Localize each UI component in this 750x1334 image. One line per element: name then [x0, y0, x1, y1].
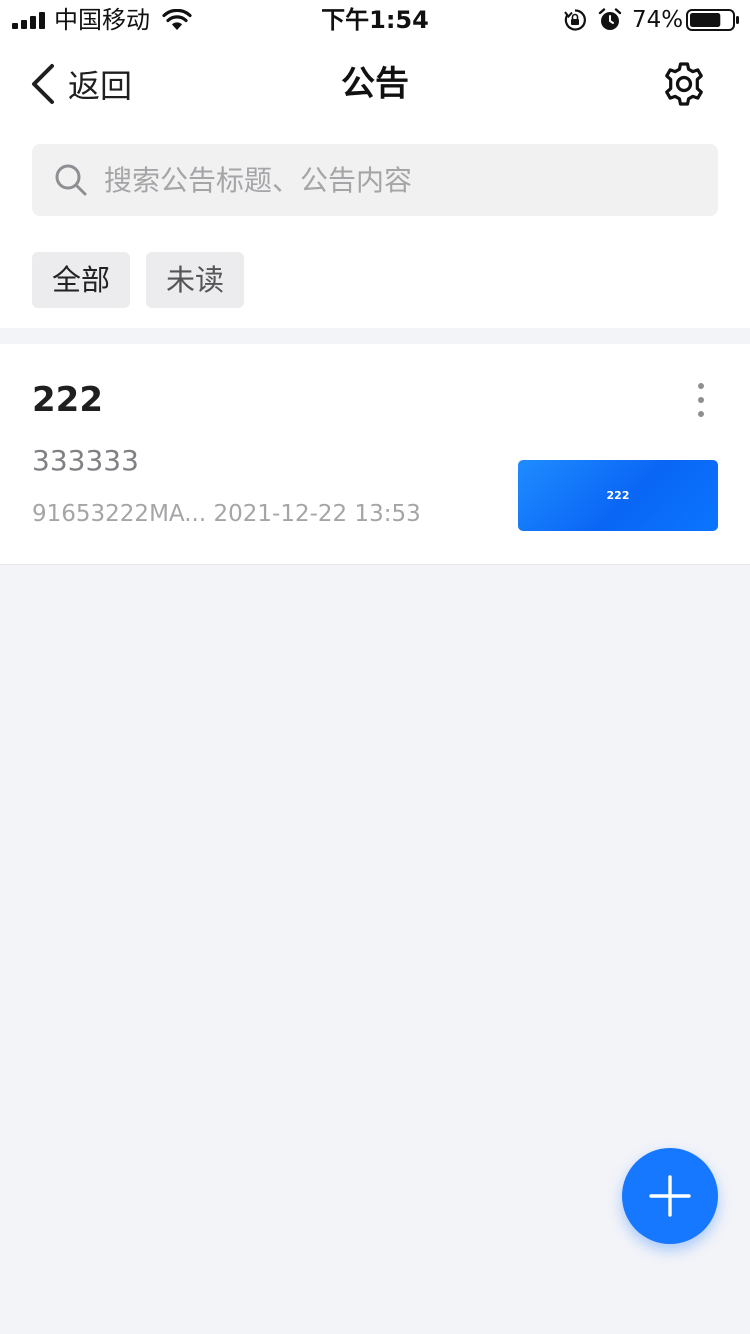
thumbnail-label: 222	[606, 489, 630, 502]
battery-percent: 74%	[632, 7, 684, 33]
filter-tabs: 全部 未读	[32, 252, 245, 308]
filter-all[interactable]: 全部	[32, 252, 131, 308]
alarm-icon	[598, 8, 622, 30]
plus-icon	[649, 1175, 691, 1217]
nav-bar: 返回 公告	[0, 40, 750, 128]
battery-icon	[686, 9, 739, 31]
page-title: 公告	[341, 64, 409, 104]
filter-unread[interactable]: 未读	[146, 252, 245, 308]
gear-icon[interactable]	[660, 60, 708, 108]
search-icon	[55, 164, 87, 196]
notice-thumbnail: 222	[518, 460, 718, 531]
add-notice-button[interactable]	[622, 1148, 718, 1244]
search-section: 全部 未读	[0, 128, 750, 328]
notice-title: 222	[32, 380, 103, 420]
status-bar: 中国移动 下午1:54 74%	[0, 0, 750, 40]
search-input[interactable]	[102, 162, 686, 198]
notice-meta: 91653222MA... 2021-12-22 13:53	[32, 501, 421, 527]
screen: 中国移动 下午1:54 74% 返回 公告 搜索公告标题、公告内容 全部 未读 …	[0, 0, 750, 1334]
rotation-lock-icon	[564, 9, 586, 31]
search-box[interactable]	[32, 144, 718, 216]
more-options-icon[interactable]	[686, 380, 716, 420]
notice-list-item[interactable]: 222 333333 91653222MA... 2021-12-22 13:5…	[0, 344, 750, 565]
notice-content: 333333	[32, 444, 139, 477]
